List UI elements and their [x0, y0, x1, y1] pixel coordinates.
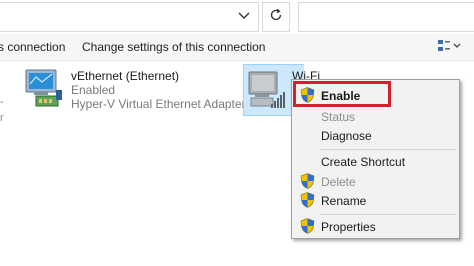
- address-bar[interactable]: [0, 2, 259, 32]
- menu-item-label: Properties: [321, 220, 376, 234]
- command-bar: s connection Change settings of this con…: [0, 34, 474, 61]
- highlight-box: [293, 81, 391, 107]
- menu-item-label: Rename: [321, 194, 367, 208]
- menu-item-properties[interactable]: Properties: [292, 216, 459, 236]
- adapter-vethernet[interactable]: vEthernet (Ethernet) Enabled Hyper-V Vir…: [20, 64, 246, 114]
- menu-item-label: Create Shortcut: [321, 155, 406, 169]
- clipped-text: r: [0, 112, 4, 124]
- menu-item-rename[interactable]: Rename: [292, 190, 459, 210]
- menu-item-label: Diagnose: [321, 129, 372, 143]
- refresh-button[interactable]: [262, 2, 290, 32]
- menu-item-diagnose[interactable]: Diagnose: [292, 125, 459, 145]
- uac-shield-icon: [300, 218, 315, 234]
- uac-shield-icon: [300, 192, 315, 208]
- adapter-device: Hyper-V Virtual Ethernet Adapter: [71, 97, 246, 111]
- chevron-down-icon[interactable]: [236, 8, 252, 24]
- uac-shield-icon: [300, 173, 315, 189]
- wifi-adapter-icon: [245, 68, 289, 117]
- change-view-button[interactable]: [437, 39, 463, 55]
- menu-item-label: Status: [321, 110, 356, 124]
- menu-separator: [320, 214, 456, 215]
- adapter-name: vEthernet (Ethernet): [71, 69, 180, 83]
- view-options-icon: [437, 39, 461, 56]
- menu-item-delete[interactable]: Delete: [292, 171, 459, 191]
- network-adapter-icon: [22, 66, 66, 113]
- search-input[interactable]: [298, 2, 474, 32]
- menu-item-status[interactable]: Status: [292, 106, 459, 126]
- menu-item-label: Delete: [321, 175, 356, 189]
- adapter-status: Enabled: [71, 83, 116, 97]
- menu-separator: [320, 149, 456, 150]
- menu-item-create-shortcut[interactable]: Create Shortcut: [292, 151, 459, 171]
- command-diagnose-connection[interactable]: s connection: [0, 40, 65, 54]
- refresh-icon: [269, 8, 283, 27]
- address-row: [0, 0, 474, 34]
- command-change-settings[interactable]: Change settings of this connection: [82, 40, 265, 54]
- clipped-text: -: [0, 96, 4, 108]
